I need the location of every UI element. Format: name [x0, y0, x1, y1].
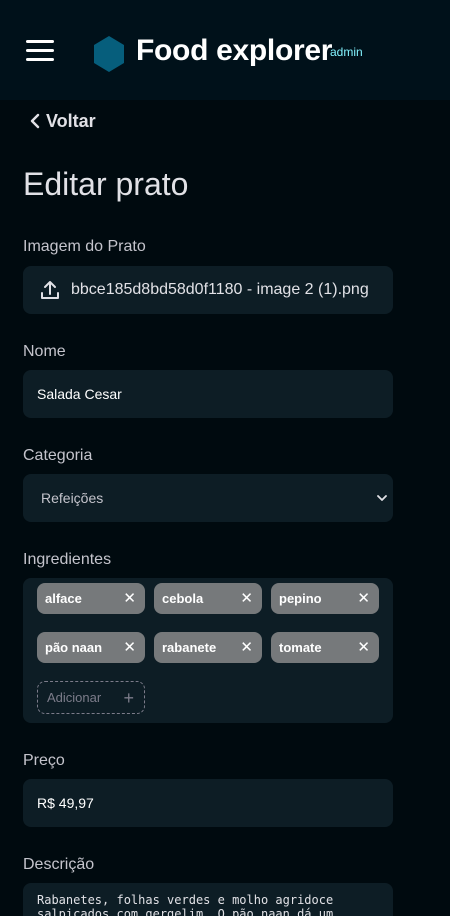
- ingredient-tag: alface ✕: [37, 583, 145, 614]
- ingredient-tag: pepino ✕: [271, 583, 379, 614]
- name-field[interactable]: Salada Cesar: [23, 370, 393, 418]
- ingredient-tag-label: tomate: [279, 640, 322, 655]
- remove-ingredient-icon[interactable]: ✕: [123, 640, 136, 655]
- category-selected-value: Refeições: [41, 490, 104, 506]
- upload-icon: [41, 281, 59, 299]
- admin-badge: admin: [330, 45, 363, 59]
- ingredient-tag: rabanete ✕: [154, 632, 262, 663]
- page-title: Editar prato: [23, 166, 189, 202]
- back-label: Voltar: [46, 110, 96, 131]
- back-button[interactable]: Voltar: [28, 110, 96, 132]
- ingredient-tag-label: rabanete: [162, 640, 217, 655]
- plus-icon[interactable]: +: [123, 689, 134, 707]
- app-header: Food explorer admin: [0, 0, 450, 100]
- ingredient-tag-label: alface: [45, 591, 82, 606]
- ingredient-tag-label: pão naan: [45, 640, 103, 655]
- category-select[interactable]: Refeições: [23, 474, 393, 522]
- ingredients-label: Ingredientes: [23, 551, 112, 568]
- remove-ingredient-icon[interactable]: ✕: [357, 591, 370, 606]
- image-label: Imagem do Prato: [23, 238, 146, 255]
- remove-ingredient-icon[interactable]: ✕: [240, 591, 253, 606]
- category-label: Categoria: [23, 447, 93, 464]
- ingredient-tag: pão naan ✕: [37, 632, 145, 663]
- ingredient-tag: tomate ✕: [271, 632, 379, 663]
- chevron-down-icon: [377, 495, 387, 501]
- ingredient-tag: cebola ✕: [154, 583, 262, 614]
- add-ingredient-placeholder: Adicionar: [47, 690, 102, 705]
- add-ingredient-input[interactable]: Adicionar +: [37, 681, 145, 714]
- image-filename: bbce185d8bd58d0f1180 - image 2 (1).png: [71, 281, 369, 298]
- chevron-left-icon: [30, 113, 40, 129]
- menu-icon[interactable]: [26, 40, 54, 62]
- remove-ingredient-icon[interactable]: ✕: [123, 591, 136, 606]
- description-label: Descrição: [23, 856, 95, 873]
- hexagon-logo-icon: [94, 36, 124, 72]
- ingredients-box: alface ✕ cebola ✕ pepino ✕ pão naan ✕ ra…: [23, 578, 393, 723]
- remove-ingredient-icon[interactable]: ✕: [357, 640, 370, 655]
- description-textarea[interactable]: Rabanetes, folhas verdes e molho agridoc…: [23, 883, 393, 916]
- app-title: Food explorer: [136, 34, 333, 67]
- price-label: Preço: [23, 752, 65, 769]
- price-field[interactable]: R$ 49,97: [23, 779, 393, 827]
- name-label: Nome: [23, 343, 66, 360]
- image-upload-button[interactable]: bbce185d8bd58d0f1180 - image 2 (1).png: [23, 266, 393, 314]
- ingredient-tag-label: pepino: [279, 591, 322, 606]
- ingredient-tag-label: cebola: [162, 591, 204, 606]
- remove-ingredient-icon[interactable]: ✕: [240, 640, 253, 655]
